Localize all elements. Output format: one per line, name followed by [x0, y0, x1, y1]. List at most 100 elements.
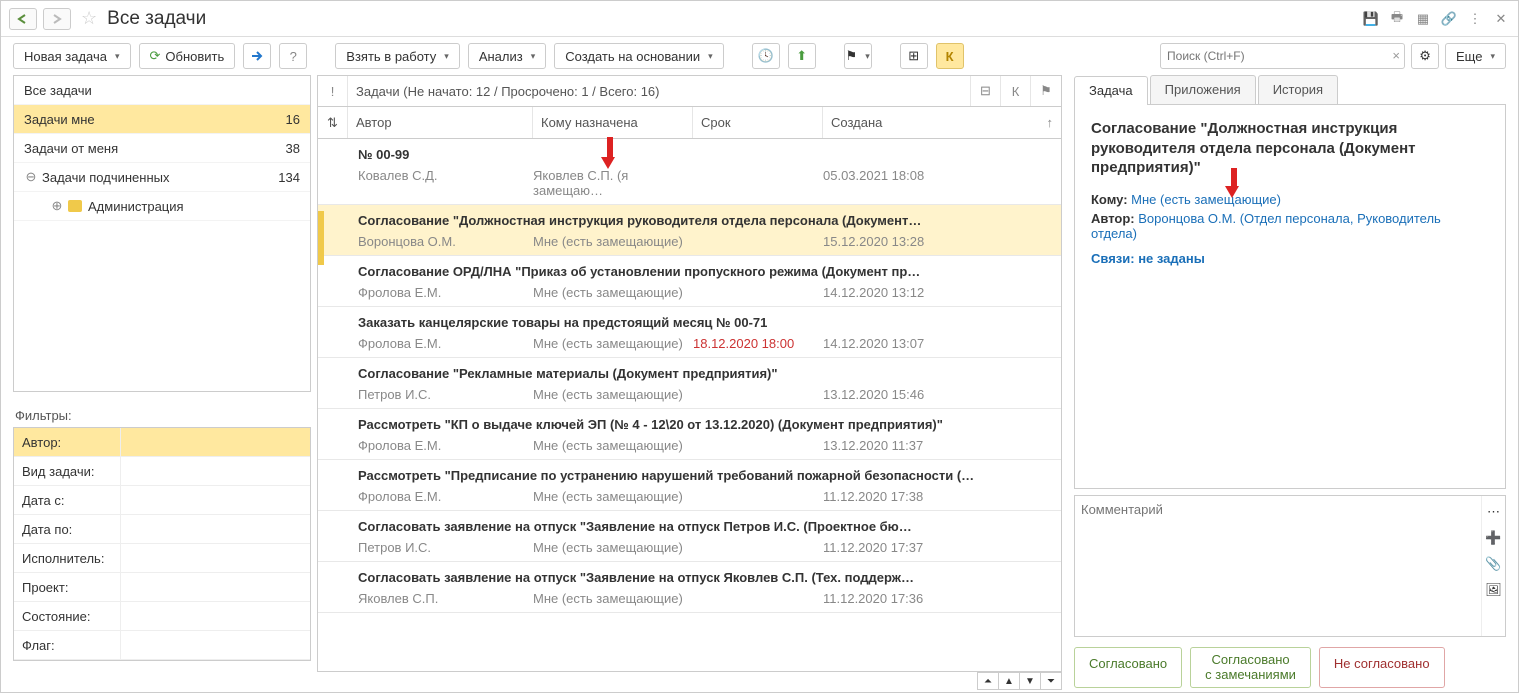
task-row[interactable]: Согласовать заявление на отпуск "Заявлен… [318, 511, 1061, 562]
task-row[interactable]: Согласовать заявление на отпуск "Заявлен… [318, 562, 1061, 613]
task-row[interactable]: Рассмотреть "Предписание по устранению н… [318, 460, 1061, 511]
comment-tools: ⋯ ➕ 📎 🖼 [1481, 496, 1505, 636]
filter-label: Проект: [14, 580, 120, 595]
flag-icon-button[interactable]: ⚑▾ [844, 43, 872, 69]
detail-to-link[interactable]: Мне (есть замещающие) [1131, 192, 1281, 207]
search-input[interactable] [1167, 44, 1382, 68]
task-assignee: Мне (есть замещающие) [533, 540, 693, 555]
more-button[interactable]: Еще▾ [1445, 43, 1506, 69]
col-author[interactable]: Автор [348, 107, 533, 138]
filter-value[interactable] [120, 631, 310, 659]
collapse-icon[interactable]: ⊖ [24, 169, 38, 185]
task-row[interactable]: Рассмотреть "КП о выдаче ключей ЭП (№ 4 … [318, 409, 1061, 460]
filter-value[interactable] [120, 457, 310, 485]
approve-notes-button[interactable]: Согласованос замечаниями [1190, 647, 1311, 688]
nav-down-icon[interactable]: ▼ [1019, 672, 1041, 690]
task-assignee: Мне (есть замещающие) [533, 489, 693, 504]
hierarchy-icon[interactable]: ⊟ [971, 76, 1001, 106]
tree-subordinates[interactable]: ⊖Задачи подчиненных134 [14, 163, 310, 192]
filter-row[interactable]: Дата по: [14, 515, 310, 544]
close-icon[interactable]: ✕ [1492, 10, 1510, 28]
task-row[interactable]: Заказать канцелярские товары на предстоя… [318, 307, 1061, 358]
task-assignee: Яковлев С.П. (я замещаю… [533, 168, 693, 198]
nav-up-icon[interactable]: ▲ [998, 672, 1020, 690]
reject-button[interactable]: Не согласовано [1319, 647, 1445, 688]
tab-history[interactable]: История [1258, 75, 1338, 104]
export-icon-button[interactable]: ⬆ [788, 43, 816, 69]
task-row[interactable]: Согласование "Должностная инструкция рук… [318, 205, 1061, 256]
task-created: 05.03.2021 18:08 [823, 168, 963, 198]
comment-input[interactable] [1075, 496, 1481, 636]
task-list[interactable]: № 00-99Ковалев С.Д.Яковлев С.П. (я замещ… [317, 139, 1062, 672]
nav-forward-button[interactable] [43, 8, 71, 30]
forward-arrow-button[interactable] [243, 43, 271, 69]
report-icon[interactable]: ▦ [1414, 10, 1432, 28]
task-assignee: Мне (есть замещающие) [533, 438, 693, 453]
image-icon[interactable]: 🖼 [1486, 582, 1502, 598]
tree-all-tasks[interactable]: Все задачи [14, 76, 310, 105]
task-due [693, 438, 823, 453]
task-title: Заказать канцелярские товары на предстоя… [318, 315, 1061, 330]
filter-row[interactable]: Вид задачи: [14, 457, 310, 486]
task-row[interactable]: Согласование "Рекламные материалы (Докум… [318, 358, 1061, 409]
task-row[interactable]: Согласование ОРД/ЛНА "Приказ об установл… [318, 256, 1061, 307]
refresh-button[interactable]: ⟳Обновить [139, 43, 236, 69]
new-task-button[interactable]: Новая задача▾ [13, 43, 131, 69]
flag-column-icon[interactable]: ⚑ [1031, 76, 1061, 106]
print-icon[interactable]: 🖶 [1388, 10, 1406, 28]
attach-icon[interactable]: 📎 [1486, 556, 1502, 572]
k-button[interactable]: К [936, 43, 964, 69]
col-assignee[interactable]: Кому назначена [533, 107, 693, 138]
filter-row[interactable]: Проект: [14, 573, 310, 602]
status-column-icon[interactable]: ⇅ [318, 107, 348, 138]
filter-value[interactable] [120, 515, 310, 543]
comment-area: ⋯ ➕ 📎 🖼 [1074, 495, 1506, 637]
filter-row[interactable]: Исполнитель: [14, 544, 310, 573]
take-work-button[interactable]: Взять в работу▾ [335, 43, 460, 69]
link-icon[interactable]: 🔗 [1440, 10, 1458, 28]
nav-bottom-icon[interactable]: ⏷ [1040, 672, 1062, 690]
k-column-icon[interactable]: К [1001, 76, 1031, 106]
filter-row[interactable]: Дата с: [14, 486, 310, 515]
help-button[interactable]: ? [279, 43, 307, 69]
settings-button[interactable]: ⚙ [1411, 43, 1439, 69]
tree-icon-button[interactable]: ⊞ [900, 43, 928, 69]
priority-column-icon[interactable]: ! [318, 76, 348, 106]
col-created[interactable]: Создана↑ [823, 107, 1061, 138]
task-author: Яковлев С.П. [318, 591, 533, 606]
filter-value[interactable] [120, 428, 310, 456]
detail-author-link[interactable]: Воронцова О.М. (Отдел персонала, Руковод… [1091, 211, 1441, 241]
tab-task[interactable]: Задача [1074, 76, 1148, 105]
col-due[interactable]: Срок [693, 107, 823, 138]
task-author: Ковалев С.Д. [318, 168, 533, 198]
tree-administration[interactable]: ⊕Администрация [14, 192, 310, 221]
filter-row[interactable]: Флаг: [14, 631, 310, 660]
detail-links[interactable]: Связи: не заданы [1091, 251, 1489, 266]
nav-back-button[interactable] [9, 8, 37, 30]
task-row[interactable]: № 00-99Ковалев С.Д.Яковлев С.П. (я замещ… [318, 139, 1061, 205]
filter-value[interactable] [120, 602, 310, 630]
filter-value[interactable] [120, 544, 310, 572]
tree-tasks-to-me[interactable]: Задачи мне16 [14, 105, 310, 134]
search-clear-icon[interactable]: × [1392, 48, 1400, 63]
tab-attachments[interactable]: Приложения [1150, 75, 1256, 104]
clock-icon-button[interactable]: 🕓 [752, 43, 780, 69]
search-box[interactable]: × [1160, 43, 1405, 69]
expand-icon[interactable]: ⋯ [1486, 504, 1502, 520]
approve-button[interactable]: Согласовано [1074, 647, 1182, 688]
tree-tasks-from-me[interactable]: Задачи от меня38 [14, 134, 310, 163]
folder-tree: Все задачи Задачи мне16 Задачи от меня38… [13, 75, 311, 392]
filter-row[interactable]: Автор: [14, 428, 310, 457]
filter-row[interactable]: Состояние: [14, 602, 310, 631]
analyze-button[interactable]: Анализ▾ [468, 43, 546, 69]
task-assignee: Мне (есть замещающие) [533, 387, 693, 402]
add-icon[interactable]: ➕ [1486, 530, 1502, 546]
create-based-button[interactable]: Создать на основании▾ [554, 43, 723, 69]
filter-value[interactable] [120, 573, 310, 601]
favorite-star-icon[interactable]: ☆ [81, 8, 97, 29]
expand-icon[interactable]: ⊕ [50, 198, 64, 214]
more-icon[interactable]: ⋮ [1466, 10, 1484, 28]
save-icon[interactable]: 💾 [1362, 10, 1380, 28]
nav-top-icon[interactable]: ⏶ [977, 672, 999, 690]
filter-value[interactable] [120, 486, 310, 514]
